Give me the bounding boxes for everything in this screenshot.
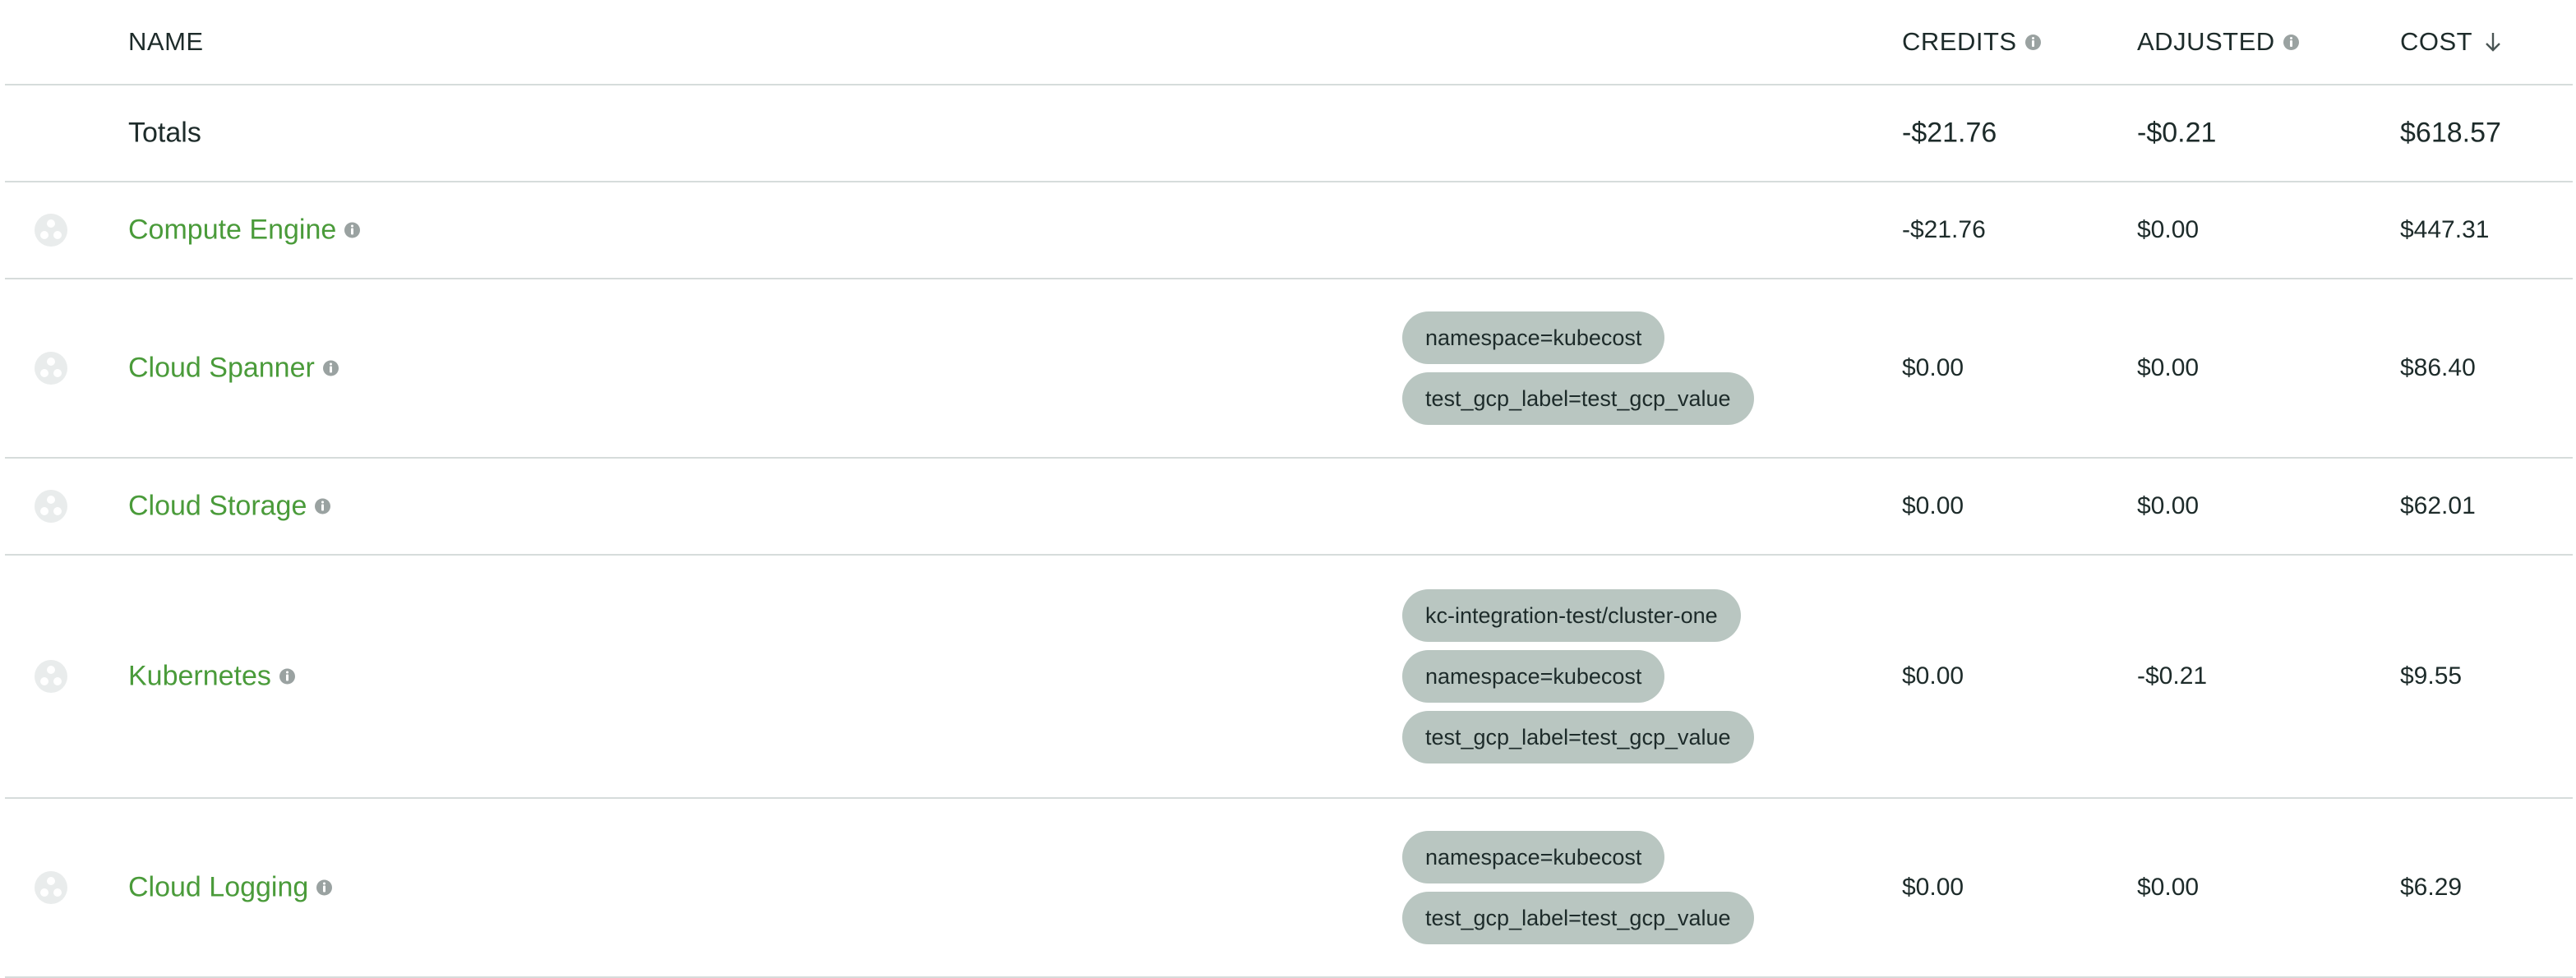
service-icon bbox=[35, 871, 67, 904]
header-credits-label: CREDITS bbox=[1902, 27, 2017, 56]
service-name-cell: Cloud Storage bbox=[128, 491, 331, 523]
header-credits[interactable]: CREDITS bbox=[1902, 27, 2041, 57]
info-icon[interactable] bbox=[344, 222, 361, 238]
label-pill[interactable]: namespace=kubecost bbox=[1402, 650, 1665, 703]
label-list: namespace=kubecost test_gcp_label=test_g… bbox=[1402, 831, 1754, 944]
cost-value: $9.55 bbox=[2400, 662, 2463, 690]
cost-value: $6.29 bbox=[2400, 874, 2463, 901]
table-row[interactable]: Cloud Storage $0.00 $0.00 $62.01 bbox=[5, 459, 2573, 556]
table-header: NAME CREDITS ADJUSTED COST bbox=[5, 0, 2573, 85]
service-name-link[interactable]: Cloud Storage bbox=[128, 491, 307, 523]
service-name-link[interactable]: Kubernetes bbox=[128, 661, 271, 693]
service-name-link[interactable]: Cloud Spanner bbox=[128, 353, 315, 385]
table-row[interactable]: Cloud Spanner namespace=kubecost test_gc… bbox=[5, 279, 2573, 459]
service-icon-cell bbox=[35, 352, 67, 385]
info-icon[interactable] bbox=[316, 879, 333, 896]
credits-value: $0.00 bbox=[1902, 662, 1964, 690]
info-icon[interactable] bbox=[2283, 34, 2299, 50]
label-pill[interactable]: test_gcp_label=test_gcp_value bbox=[1402, 372, 1754, 425]
table-row[interactable]: Kubernetes kc-integration-test/cluster-o… bbox=[5, 556, 2573, 799]
service-icon-cell bbox=[35, 490, 67, 523]
totals-credits: -$21.76 bbox=[1902, 117, 1997, 149]
service-icon bbox=[35, 660, 67, 693]
cloud-cost-table: NAME CREDITS ADJUSTED COST Totals -$21.7… bbox=[5, 0, 2573, 978]
header-adjusted-label: ADJUSTED bbox=[2137, 27, 2275, 56]
header-adjusted[interactable]: ADJUSTED bbox=[2137, 27, 2299, 57]
service-icon bbox=[35, 214, 67, 247]
cost-value: $447.31 bbox=[2400, 216, 2490, 243]
label-pill[interactable]: test_gcp_label=test_gcp_value bbox=[1402, 711, 1754, 763]
service-name-cell: Kubernetes bbox=[128, 661, 295, 693]
service-icon-cell bbox=[35, 214, 67, 247]
service-name-link[interactable]: Compute Engine bbox=[128, 215, 336, 247]
info-icon[interactable] bbox=[315, 498, 331, 514]
service-name-cell: Compute Engine bbox=[128, 215, 361, 247]
label-list: kc-integration-test/cluster-one namespac… bbox=[1402, 589, 1754, 763]
totals-adjusted: -$0.21 bbox=[2137, 117, 2217, 149]
info-icon[interactable] bbox=[279, 668, 295, 685]
credits-value: $0.00 bbox=[1902, 874, 1964, 901]
adjusted-value: $0.00 bbox=[2137, 216, 2200, 243]
header-name-label: NAME bbox=[128, 27, 204, 56]
credits-value: $0.00 bbox=[1902, 354, 1964, 381]
service-name-cell: Cloud Logging bbox=[128, 872, 333, 904]
label-pill[interactable]: namespace=kubecost bbox=[1402, 831, 1665, 883]
credits-value: -$21.76 bbox=[1902, 216, 1986, 243]
header-cost-label: COST bbox=[2400, 27, 2473, 56]
totals-row: Totals -$21.76 -$0.21 $618.57 bbox=[5, 85, 2573, 182]
totals-cost: $618.57 bbox=[2400, 117, 2501, 149]
adjusted-value: $0.00 bbox=[2137, 492, 2200, 519]
table-row[interactable]: Cloud Logging namespace=kubecost test_gc… bbox=[5, 799, 2573, 978]
label-pill[interactable]: namespace=kubecost bbox=[1402, 311, 1665, 364]
table-row[interactable]: Compute Engine -$21.76 $0.00 $447.31 bbox=[5, 182, 2573, 279]
header-name[interactable]: NAME bbox=[128, 27, 204, 57]
label-list: namespace=kubecost test_gcp_label=test_g… bbox=[1402, 311, 1754, 425]
adjusted-value: $0.00 bbox=[2137, 354, 2200, 381]
adjusted-value: -$0.21 bbox=[2137, 662, 2208, 690]
cost-value: $62.01 bbox=[2400, 492, 2476, 519]
service-name-link[interactable]: Cloud Logging bbox=[128, 872, 308, 904]
service-icon-cell bbox=[35, 660, 67, 693]
service-icon bbox=[35, 490, 67, 523]
label-pill[interactable]: test_gcp_label=test_gcp_value bbox=[1402, 892, 1754, 944]
arrow-down-icon[interactable] bbox=[2484, 30, 2502, 53]
header-cost[interactable]: COST bbox=[2400, 27, 2502, 57]
service-icon-cell bbox=[35, 871, 67, 904]
label-pill[interactable]: kc-integration-test/cluster-one bbox=[1402, 589, 1741, 642]
info-icon[interactable] bbox=[2024, 34, 2041, 50]
service-icon bbox=[35, 352, 67, 385]
adjusted-value: $0.00 bbox=[2137, 874, 2200, 901]
info-icon[interactable] bbox=[322, 360, 339, 376]
cost-value: $86.40 bbox=[2400, 354, 2476, 381]
totals-label: Totals bbox=[128, 117, 201, 149]
credits-value: $0.00 bbox=[1902, 492, 1964, 519]
service-name-cell: Cloud Spanner bbox=[128, 353, 339, 385]
